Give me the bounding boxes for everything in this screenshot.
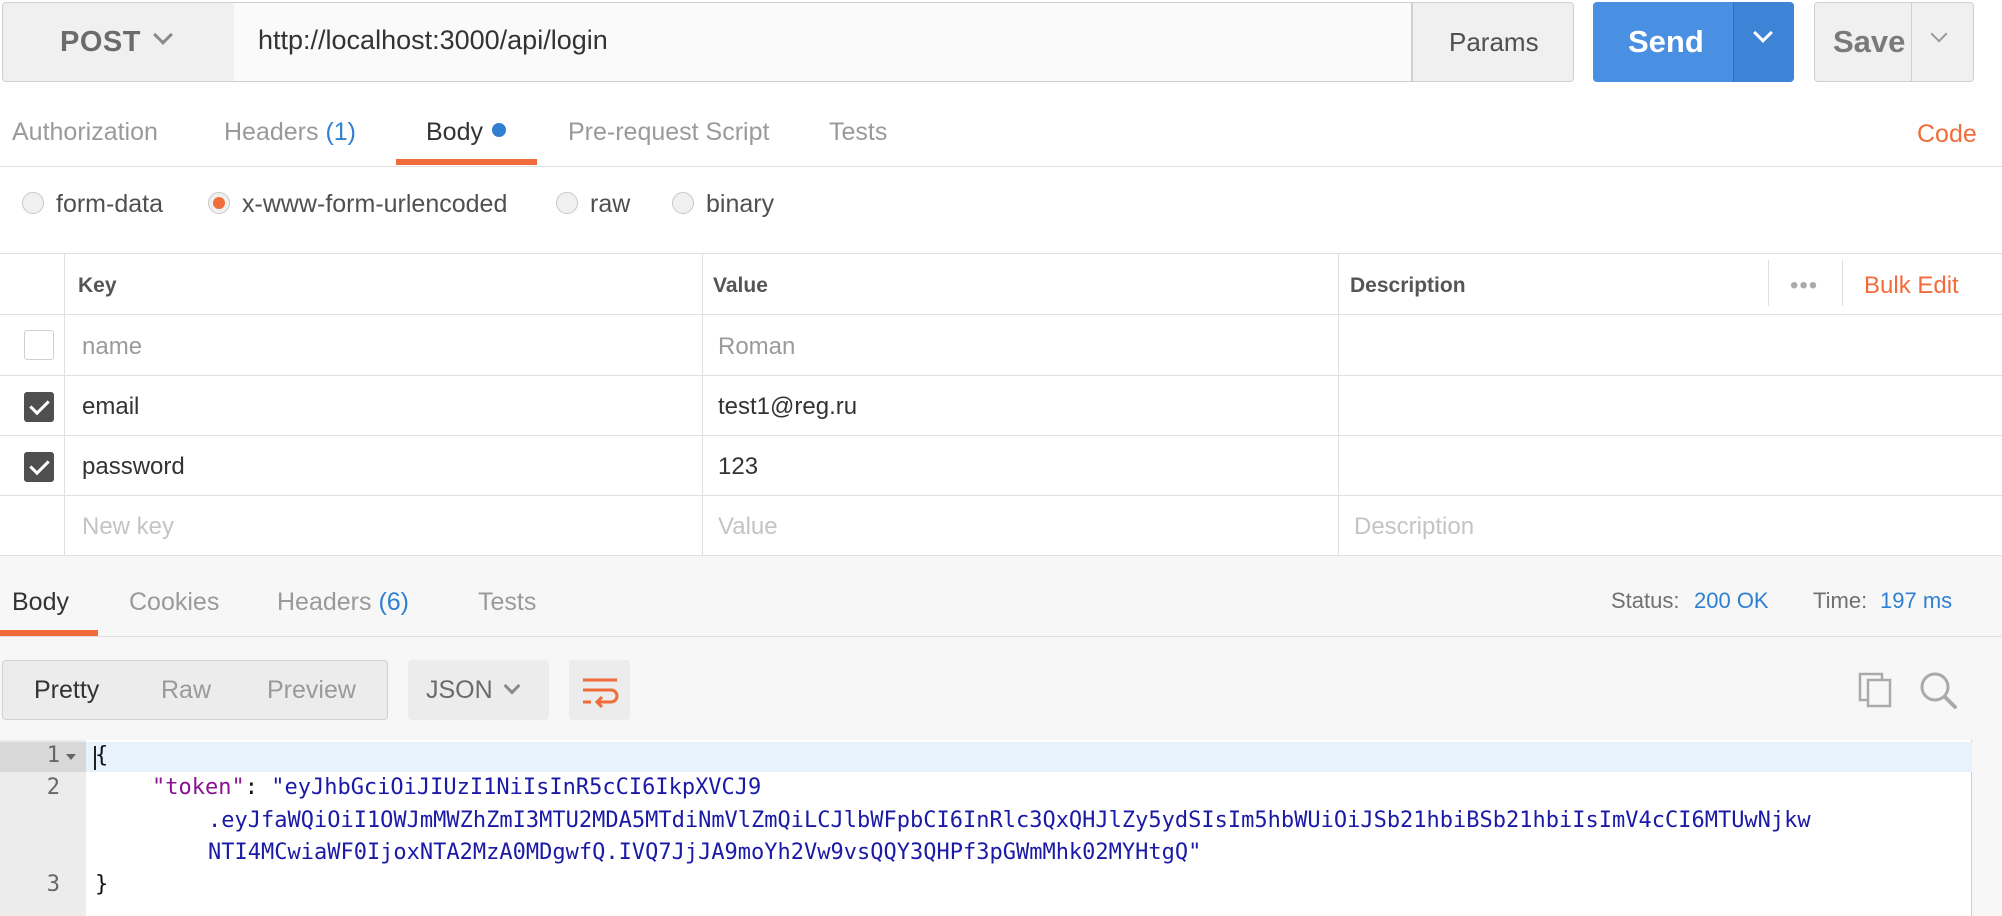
json-string: "eyJhbGciOiJIUzI1NiIsInR5cCI6IkpXVCJ9 — [271, 775, 762, 800]
save-options-button[interactable] — [1911, 2, 1974, 82]
active-tab-indicator — [396, 159, 537, 165]
more-options-icon[interactable]: ••• — [1790, 272, 1818, 300]
divider — [0, 375, 2002, 376]
tab-label: Headers — [277, 588, 372, 616]
radio-label-raw: raw — [590, 190, 631, 218]
fold-arrow-icon[interactable] — [66, 754, 76, 760]
divider — [1338, 253, 1339, 555]
response-tab-headers[interactable]: Headers (6) — [277, 588, 409, 617]
time-value: 197 ms — [1880, 588, 1953, 613]
tab-label: Headers — [224, 118, 319, 146]
line-number: 3 — [46, 872, 60, 897]
format-label: JSON — [426, 676, 493, 704]
new-value-input[interactable]: Value — [718, 513, 778, 541]
row-enabled-checkbox[interactable] — [24, 452, 54, 482]
tab-authorization[interactable]: Authorization — [12, 118, 158, 147]
radio-label-binary: binary — [706, 190, 775, 218]
line-number: 2 — [46, 775, 60, 800]
tab-count-badge: (1) — [325, 118, 357, 146]
time-label: Time: — [1813, 588, 1868, 613]
param-value[interactable]: 123 — [718, 453, 758, 481]
param-value[interactable]: Roman — [718, 333, 795, 361]
copy-icon[interactable] — [1858, 672, 1894, 708]
radio-label-form-data: form-data — [56, 190, 163, 218]
status-label: Status: — [1611, 588, 1680, 613]
divider — [0, 435, 2002, 436]
row-enabled-checkbox[interactable] — [24, 330, 54, 360]
view-pretty-button[interactable]: Pretty — [34, 676, 99, 705]
send-label: Send — [1628, 24, 1704, 59]
divider — [0, 495, 2002, 496]
code-line-wrapped: .eyJfaWQiOiI1OWJmMWZhZmI3MTU2MDA5MTdiNmV… — [208, 808, 1811, 833]
divider — [0, 253, 2002, 254]
tab-headers[interactable]: Headers (1) — [224, 118, 356, 147]
response-tab-cookies[interactable]: Cookies — [129, 588, 219, 617]
bulk-edit-link[interactable]: Bulk Edit — [1864, 272, 1959, 300]
radio-raw[interactable] — [556, 192, 578, 214]
code-line: { — [95, 743, 109, 768]
radio-x-www-form-urlencoded[interactable] — [208, 192, 230, 214]
tab-pre-request-script[interactable]: Pre-request Script — [568, 118, 769, 147]
column-header-key: Key — [78, 274, 117, 297]
url-value: http://localhost:3000/api/login — [258, 25, 608, 55]
divider — [1842, 260, 1843, 306]
divider — [1768, 260, 1769, 306]
wrap-lines-button[interactable] — [569, 660, 630, 720]
row-enabled-checkbox[interactable] — [24, 392, 54, 422]
divider — [0, 166, 2002, 167]
view-preview-button[interactable]: Preview — [267, 676, 356, 705]
column-header-description: Description — [1350, 274, 1466, 297]
code-line-wrapped: NTI4MCwiaWF0IjoxNTA2MzA0MDgwfQ.IVQ7JjJA9… — [208, 840, 1202, 865]
search-icon[interactable] — [1918, 670, 1958, 710]
param-value[interactable]: test1@reg.ru — [718, 393, 857, 421]
params-label: Params — [1449, 27, 1539, 57]
param-key[interactable]: email — [82, 393, 139, 421]
new-description-input[interactable]: Description — [1354, 513, 1474, 541]
divider — [0, 636, 2002, 637]
json-key: "token" — [152, 775, 245, 800]
save-label: Save — [1833, 24, 1906, 59]
divider — [0, 314, 2002, 315]
status-value: 200 OK — [1694, 588, 1769, 613]
divider — [64, 253, 65, 555]
active-line-highlight — [86, 742, 1972, 772]
tab-body[interactable]: Body — [426, 118, 483, 147]
wrap-lines-icon — [583, 678, 619, 709]
method-label: POST — [60, 26, 141, 58]
new-key-input[interactable]: New key — [82, 513, 174, 541]
tab-count-badge: (6) — [378, 588, 410, 616]
param-key[interactable]: name — [82, 333, 142, 361]
json-colon: : — [244, 775, 272, 800]
modified-dot-icon — [492, 123, 506, 137]
tab-tests[interactable]: Tests — [829, 118, 887, 147]
code-link[interactable]: Code — [1917, 120, 1977, 149]
radio-label-x-www-form-urlencoded: x-www-form-urlencoded — [242, 190, 508, 218]
divider — [702, 253, 703, 555]
response-tab-body[interactable]: Body — [12, 588, 69, 617]
radio-form-data[interactable] — [22, 192, 44, 214]
response-tab-tests[interactable]: Tests — [478, 588, 536, 617]
radio-binary[interactable] — [672, 192, 694, 214]
column-header-value: Value — [713, 274, 768, 297]
code-line: "token": "eyJhbGciOiJIUzI1NiIsInR5cCI6Ik… — [152, 775, 761, 800]
line-number: 1 — [46, 743, 60, 768]
view-raw-button[interactable]: Raw — [161, 676, 211, 705]
param-key[interactable]: password — [82, 453, 185, 481]
code-line: } — [95, 872, 109, 897]
